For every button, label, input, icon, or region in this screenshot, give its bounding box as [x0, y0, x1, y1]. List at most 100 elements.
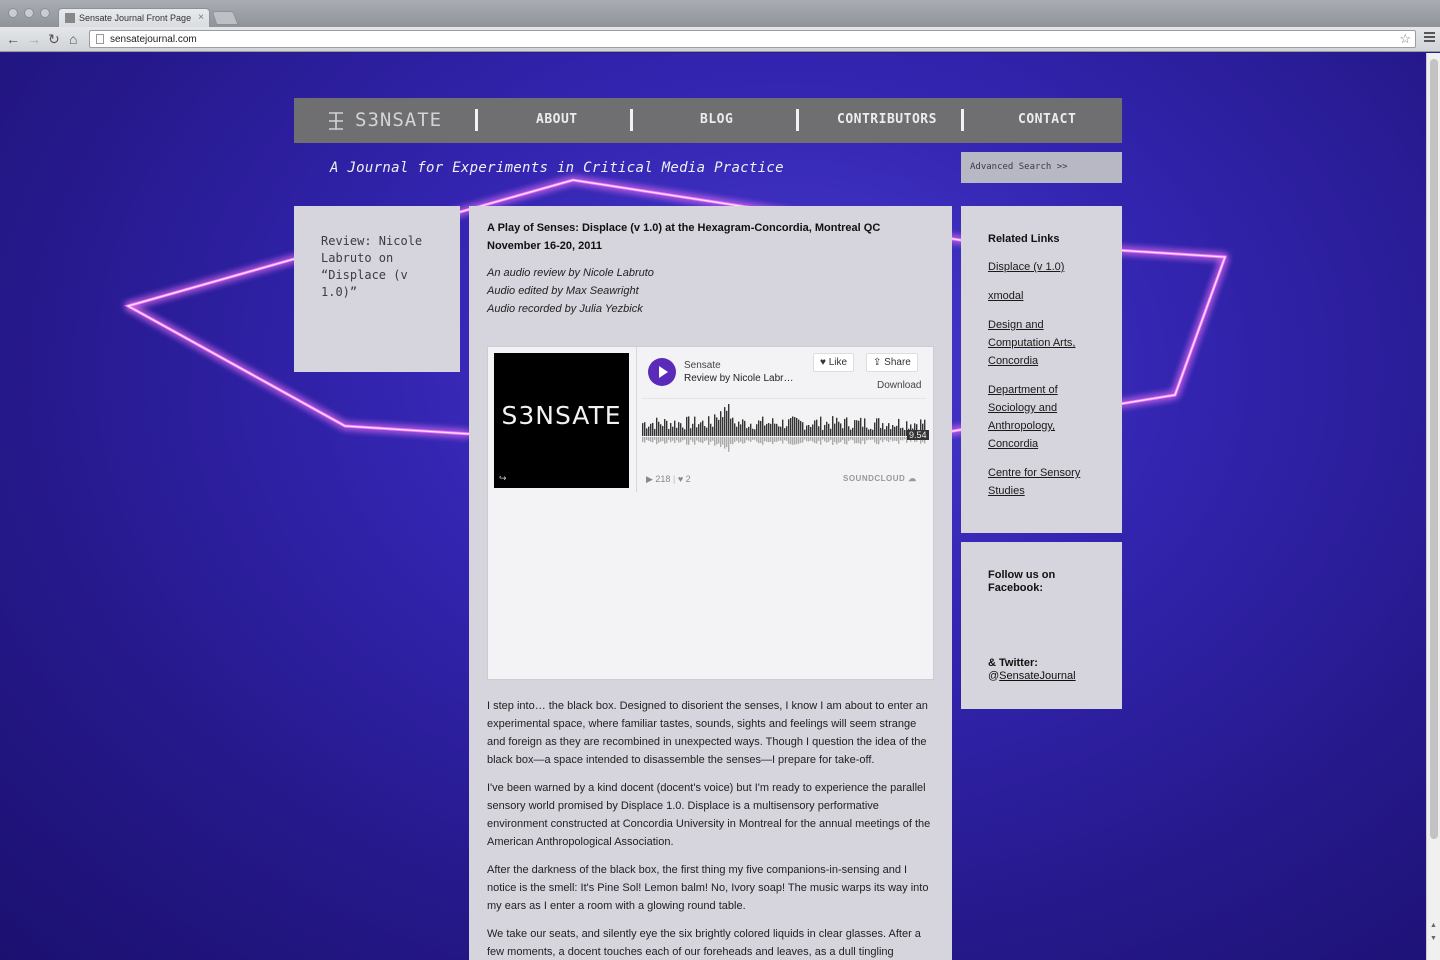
- waveform-bar: [880, 427, 882, 436]
- waveform-bar: [794, 417, 796, 436]
- waveform-reflection: [900, 437, 902, 441]
- waveform-reflection: [840, 437, 842, 443]
- browser-menu-icon[interactable]: [1424, 32, 1435, 34]
- address-bar[interactable]: sensatejournal.com ☆: [89, 30, 1416, 48]
- waveform-reflection: [716, 437, 718, 445]
- soundcloud-logo[interactable]: SOUNDCLOUD ☁: [843, 474, 917, 483]
- waveform-reflection: [740, 437, 742, 442]
- waveform-reflection: [666, 437, 668, 444]
- nav-about[interactable]: ABOUT: [536, 112, 578, 127]
- waveform-reflection: [826, 437, 828, 443]
- waveform-reflection: [656, 437, 658, 445]
- nav-contributors[interactable]: CONTRIBUTORS: [837, 112, 937, 127]
- waveform-bar: [644, 422, 646, 436]
- browser-toolbar: ← → ↻ ⌂ sensatejournal.com ☆: [0, 27, 1440, 52]
- list-item: Displace (v 1.0): [988, 258, 1108, 276]
- waveform-reflection: [682, 437, 684, 441]
- waveform-bar: [780, 426, 782, 436]
- list-item: Centre for Sensory Studies: [988, 464, 1108, 500]
- waveform-reflection: [664, 437, 666, 444]
- waveform-bar: [894, 426, 896, 436]
- waveform-reflection: [696, 437, 698, 441]
- review-title-panel: Review: Nicole Labruto on “Displace (v 1…: [294, 206, 460, 372]
- waveform-bar: [860, 417, 862, 436]
- waveform-bar: [670, 423, 672, 436]
- waveform-bar: [662, 426, 664, 436]
- waveform-reflection: [648, 437, 650, 441]
- waveform-reflection: [670, 437, 672, 443]
- waveform-reflection: [714, 437, 716, 446]
- waveform-reflection: [778, 437, 780, 441]
- waveform-bar: [680, 423, 682, 436]
- waveform-reflection: [668, 437, 670, 440]
- waveform-reflection: [764, 437, 766, 442]
- waveform-reflection: [830, 437, 832, 440]
- waveform-bar: [814, 420, 816, 436]
- home-icon[interactable]: ⌂: [69, 31, 77, 47]
- nav-contact[interactable]: CONTACT: [1018, 112, 1076, 127]
- advanced-search-button[interactable]: Advanced Search >>: [961, 152, 1122, 183]
- twitter-at: @: [988, 670, 1000, 682]
- related-link-sensory[interactable]: Centre for Sensory Studies: [988, 467, 1080, 497]
- zoom-window-button[interactable]: [40, 8, 50, 18]
- close-tab-icon[interactable]: ×: [198, 12, 204, 23]
- waveform-reflection: [774, 437, 776, 442]
- waveform-bar: [866, 427, 868, 436]
- related-link-displace[interactable]: Displace (v 1.0): [988, 261, 1064, 273]
- related-link-sociology[interactable]: Department of Sociology and Anthropology…: [988, 384, 1058, 450]
- waveform-bar: [816, 419, 818, 436]
- back-arrow-icon[interactable]: ←: [6, 31, 20, 47]
- page-icon: [96, 34, 104, 44]
- logo-text: S3NSATE: [355, 109, 443, 131]
- like-button[interactable]: ♥ Like: [813, 353, 855, 372]
- waveform-bar: [646, 428, 648, 436]
- waveform-bar: [784, 428, 786, 436]
- download-link[interactable]: Download: [877, 380, 921, 391]
- bookmark-star-icon[interactable]: ☆: [1399, 31, 1411, 47]
- minimize-window-button[interactable]: [24, 8, 34, 18]
- waveform[interactable]: [642, 404, 926, 454]
- waveform-bar: [836, 417, 838, 436]
- related-link-design[interactable]: Design and Computation Arts, Concordia: [988, 319, 1075, 367]
- twitter-handle-link[interactable]: SensateJournal: [999, 670, 1075, 682]
- reload-icon[interactable]: ↻: [48, 31, 60, 47]
- nav-blog[interactable]: BLOG: [700, 112, 733, 127]
- sensate-logo-icon: [329, 112, 343, 130]
- waveform-bar: [832, 416, 834, 436]
- waveform-bar: [672, 426, 674, 436]
- related-link-xmodal[interactable]: xmodal: [988, 290, 1023, 302]
- scroll-down-icon[interactable]: ▼: [1430, 935, 1437, 942]
- waveform-bar: [776, 423, 778, 436]
- waveform-reflection: [866, 437, 868, 441]
- waveform-reflection: [658, 437, 660, 443]
- new-tab-button[interactable]: [211, 11, 239, 25]
- browser-tab[interactable]: Sensate Journal Front Page ×: [58, 8, 210, 27]
- forward-arrow-icon[interactable]: →: [27, 31, 41, 47]
- waveform-bar: [762, 416, 764, 436]
- article-paragraph: I've been warned by a kind docent (docen…: [487, 782, 931, 848]
- track-artwork[interactable]: S3NSATE ↪: [494, 353, 629, 488]
- list-item: Department of Sociology and Anthropology…: [988, 381, 1108, 453]
- site-logo[interactable]: S3NSATE: [328, 109, 442, 131]
- track-title[interactable]: Review by Nicole Labr…: [684, 373, 794, 384]
- track-user[interactable]: Sensate: [684, 360, 721, 371]
- share-button[interactable]: ⇪ Share: [866, 353, 918, 372]
- waveform-reflection: [744, 437, 746, 444]
- close-window-button[interactable]: [8, 8, 18, 18]
- scroll-thumb[interactable]: [1430, 59, 1438, 839]
- page-scrollbar[interactable]: ▲ ▼: [1426, 53, 1440, 960]
- play-button[interactable]: [648, 358, 676, 386]
- scroll-up-icon[interactable]: ▲: [1430, 922, 1437, 929]
- waveform-bar: [886, 426, 888, 436]
- waveform-reflection: [888, 437, 890, 443]
- related-links-title: Related Links: [988, 233, 1060, 245]
- waveform-bar: [818, 426, 820, 436]
- waveform-reflection: [818, 437, 820, 441]
- waveform-bar: [650, 423, 652, 436]
- waveform-reflection: [822, 437, 824, 440]
- waveform-reflection: [720, 437, 722, 447]
- waveform-reflection: [902, 437, 904, 441]
- waveform-bar: [796, 417, 798, 436]
- waveform-bar: [834, 423, 836, 436]
- waveform-bar: [904, 429, 906, 436]
